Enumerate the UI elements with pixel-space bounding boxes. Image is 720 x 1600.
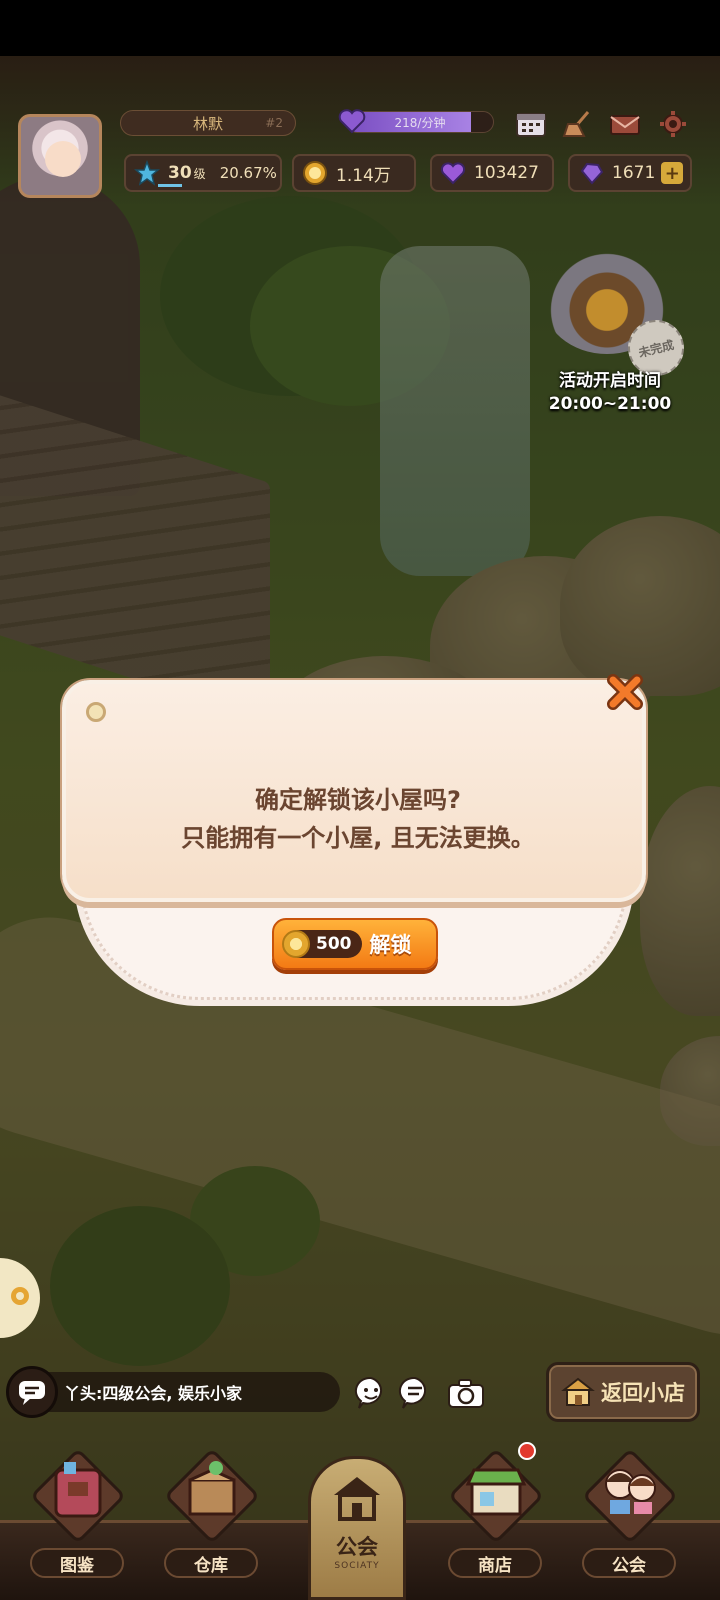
player-rank: #2 [265,116,283,130]
dialog-question: 确定解锁该小屋吗? [255,786,461,814]
close-icon [607,674,643,710]
player-name: 林默 [192,114,223,133]
shop-icon [561,1377,595,1406]
couple-icon [605,1469,656,1514]
level-progress-bar [158,184,182,187]
level-display[interactable]: 30 级 20.67% [124,154,282,192]
energy-rate: 218/分钟 [394,115,446,130]
chat-bubble-icon[interactable] [6,1366,58,1418]
notification-dot [518,1442,536,1460]
camera-button[interactable] [444,1374,488,1412]
nav-item-warehouse[interactable]: 仓库 [156,1447,266,1590]
quick-message-icon [398,1376,427,1409]
gem-icon [580,162,604,185]
nav-label: 图鉴 [30,1548,124,1578]
nav-item-handbook[interactable]: 图鉴 [22,1447,132,1590]
map-pin-icon [11,1287,29,1305]
unlock-cost-value: 500 [316,934,352,954]
chat-last-message: 丫头:四级公会, 娱乐小家 [64,1384,243,1403]
add-gems-button[interactable]: + [661,162,684,184]
return-to-shop-button[interactable]: 返回小店 [546,1362,700,1422]
guild-house-icon [334,1477,380,1521]
player-name-plate[interactable]: 林默 #2 [120,110,296,136]
broom-icon[interactable] [562,110,596,138]
purple-heart-icon [338,109,366,134]
energy-bar: 218/分钟 [346,111,494,133]
mail-icon[interactable] [608,110,642,138]
nav-item-shop[interactable]: 商店 [440,1442,550,1590]
level-progress: 20.67% [219,164,277,182]
dialog-card: 确定解锁该小屋吗? 只能拥有一个小屋, 且无法更换。 [62,680,646,902]
close-button[interactable] [602,670,648,714]
nav-item-guild[interactable]: 公会 [574,1447,684,1590]
unlock-hut-dialog: 确定解锁该小屋吗? 只能拥有一个小屋, 且无法更换。 500 解锁 [62,670,646,1010]
chat-bar[interactable]: 丫头:四级公会, 娱乐小家 [6,1366,340,1418]
heart-counter[interactable]: 103427 [430,154,554,192]
nav-center-sub: SOCIATY [334,1561,380,1571]
status-bar [0,0,720,56]
emoji-button[interactable] [352,1374,390,1412]
nav-label: 公会 [582,1548,676,1578]
star-level-icon [134,160,160,186]
nav-label: 仓库 [164,1548,258,1578]
level-unit: 级 [193,166,206,181]
coin-counter[interactable]: 1.14万 [292,154,416,192]
event-widget[interactable]: 未完成 活动开启时间 20:00~21:00 [520,236,700,426]
chat-bubble-glyph [19,1381,45,1405]
gem-value: 1671 [612,163,656,183]
heart-value: 103427 [474,163,539,183]
gem-counter[interactable]: 1671 + [568,154,692,192]
quick-message-button[interactable] [396,1374,434,1412]
avatar-face [45,141,81,177]
book-icon [54,1462,102,1518]
unlock-button[interactable]: 500 解锁 [272,918,438,970]
coin-icon [282,930,310,958]
unlock-button-label: 解锁 [369,933,412,957]
dialog-warning: 只能拥有一个小屋, 且无法更换。 [181,824,535,852]
nav-center-label: 公会 [336,1535,378,1559]
calendar-icon[interactable] [514,110,548,138]
event-time: 20:00~21:00 [548,394,672,414]
unlock-cost: 500 [282,930,362,958]
nav-label: 商店 [448,1548,542,1578]
box-icon [188,1461,236,1516]
emoji-icon [354,1376,383,1409]
return-button-label: 返回小店 [601,1381,685,1405]
gear-icon[interactable] [656,110,690,138]
coin-icon [303,161,327,185]
coin-value: 1.14万 [336,165,391,186]
nav-item-guild-active[interactable]: 公会 SOCIATY [308,1456,406,1600]
pin-icon [86,702,106,722]
event-title: 活动开启时间 [559,371,661,391]
player-avatar[interactable] [18,114,102,198]
camera-icon [448,1379,484,1408]
store-icon [465,1468,527,1516]
level-value: 30 [168,163,192,183]
heart-icon [440,162,466,185]
bottom-nav: 图鉴 仓库 公会 SOCIATY 商店 公会 [0,1442,720,1600]
